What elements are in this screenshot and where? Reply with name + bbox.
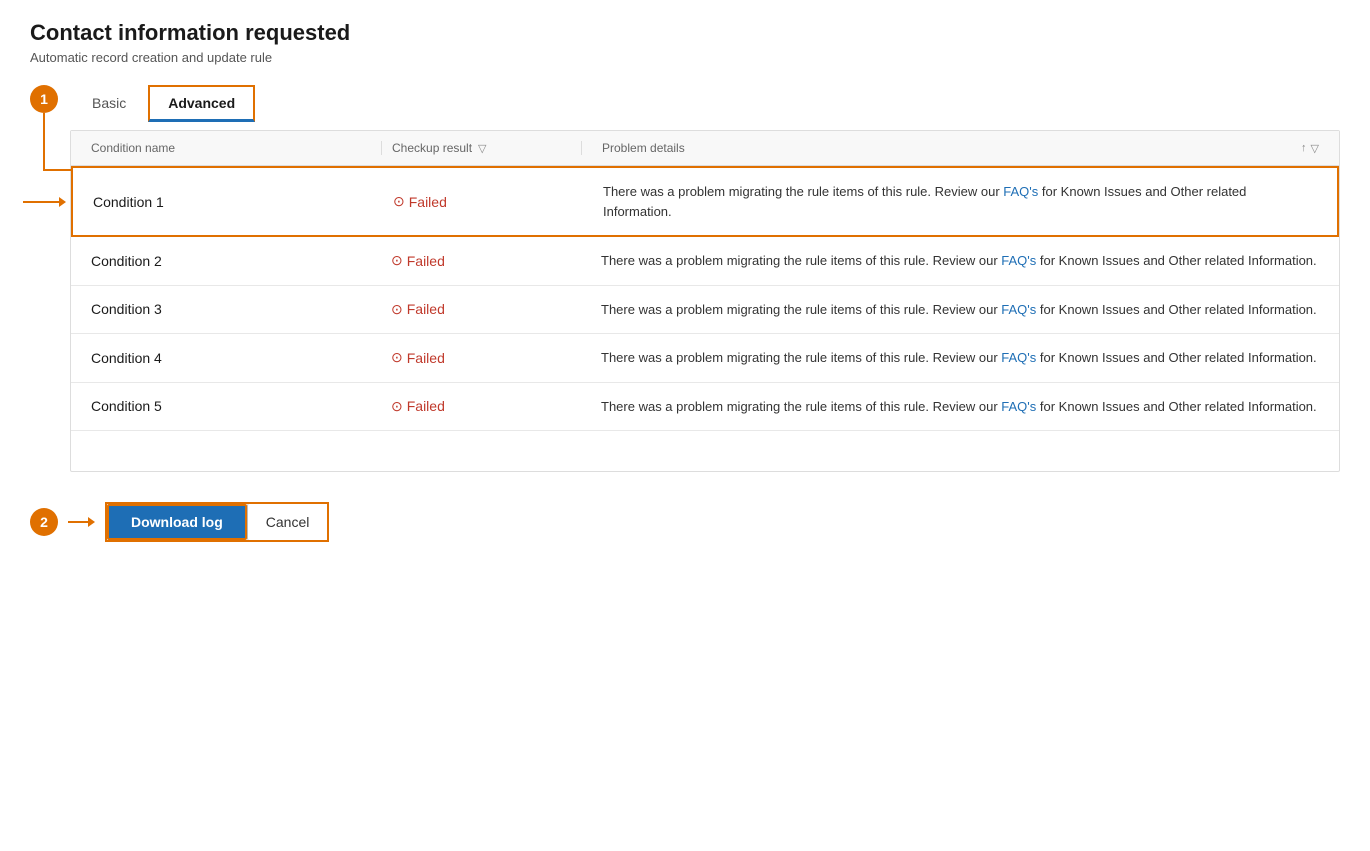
faq-link-3[interactable]: FAQ's: [1001, 302, 1036, 317]
faq-link-5[interactable]: FAQ's: [1001, 399, 1036, 414]
condition-2-status: ⊙ Failed: [381, 252, 581, 269]
condition-2-name: Condition 2: [71, 253, 381, 269]
step-badge-2: 2: [30, 508, 58, 536]
faq-link-2[interactable]: FAQ's: [1001, 253, 1036, 268]
condition-4-status: ⊙ Failed: [381, 349, 581, 366]
condition-1-status: ⊙ Failed: [383, 193, 583, 210]
failed-icon: ⊙: [391, 301, 403, 318]
sort-icons: ↑ ▽: [1301, 142, 1319, 155]
condition-3-problem: There was a problem migrating the rule i…: [581, 300, 1339, 320]
failed-icon: ⊙: [391, 252, 403, 269]
condition-5-problem: There was a problem migrating the rule i…: [581, 397, 1339, 417]
table-row: Condition 3 ⊙ Failed There was a problem…: [71, 286, 1339, 335]
table-row: Condition 2 ⊙ Failed There was a problem…: [71, 237, 1339, 286]
condition-3-name: Condition 3: [71, 301, 381, 317]
page-subtitle: Automatic record creation and update rul…: [30, 50, 1340, 65]
sort-up-icon[interactable]: ↑: [1301, 142, 1307, 155]
col-header-problem-details: Problem details ↑ ▽: [581, 141, 1339, 155]
table-row: Condition 4 ⊙ Failed There was a problem…: [71, 334, 1339, 383]
tab-advanced[interactable]: Advanced: [148, 85, 255, 122]
condition-3-status: ⊙ Failed: [381, 301, 581, 318]
tab-basic[interactable]: Basic: [74, 87, 144, 121]
condition-4-name: Condition 4: [71, 350, 381, 366]
badge2-arrow-head: [88, 517, 95, 527]
table-empty-row: [71, 431, 1339, 471]
filter-icon-2[interactable]: ▽: [1311, 142, 1319, 155]
faq-link-1[interactable]: FAQ's: [1003, 184, 1038, 199]
bottom-buttons-container: Download log Cancel: [105, 502, 329, 542]
page-title: Contact information requested: [30, 20, 1340, 46]
table-row: Condition 5 ⊙ Failed There was a problem…: [71, 383, 1339, 432]
table-header: Condition name Checkup result ▽ Problem …: [71, 131, 1339, 166]
faq-link-4[interactable]: FAQ's: [1001, 350, 1036, 365]
condition-1-problem: There was a problem migrating the rule i…: [583, 182, 1337, 221]
failed-icon: ⊙: [391, 349, 403, 366]
failed-icon: ⊙: [393, 193, 405, 210]
row1-connector: [23, 197, 66, 207]
condition-1-name: Condition 1: [73, 194, 383, 210]
col-header-condition-name: Condition name: [71, 141, 381, 155]
table-row: Condition 1 ⊙ Failed There was a problem…: [71, 166, 1339, 237]
cancel-button[interactable]: Cancel: [247, 504, 328, 540]
step-badge-1: 1: [30, 85, 58, 113]
condition-5-status: ⊙ Failed: [381, 398, 581, 415]
conditions-table: Condition name Checkup result ▽ Problem …: [70, 130, 1340, 472]
condition-5-name: Condition 5: [71, 398, 381, 414]
connector-line-v: [43, 113, 45, 171]
badge2-arrow-line: [68, 521, 88, 523]
condition-2-problem: There was a problem migrating the rule i…: [581, 251, 1339, 271]
checkup-filter-icon[interactable]: ▽: [478, 142, 486, 155]
condition-4-problem: There was a problem migrating the rule i…: [581, 348, 1339, 368]
bottom-actions: 2 Download log Cancel: [30, 502, 1340, 542]
download-log-button[interactable]: Download log: [107, 504, 247, 540]
failed-icon: ⊙: [391, 398, 403, 415]
col-header-checkup-result: Checkup result ▽: [381, 141, 581, 155]
